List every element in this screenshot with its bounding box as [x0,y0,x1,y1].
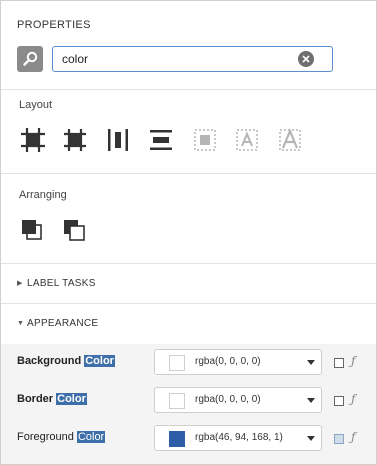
appearance-title: APPEARANCE [27,318,99,329]
property-label: Background Color [17,355,115,367]
layout-section-label: Layout [19,99,53,111]
color-value: rgba(0, 0, 0, 0) [195,394,261,405]
bring-to-front-icon[interactable] [19,217,47,245]
search-match-highlight: Color [56,393,87,405]
color-value: rgba(46, 94, 168, 1) [195,432,283,443]
property-checkbox[interactable] [334,434,344,444]
expression-icon[interactable]: ƒ [351,354,355,368]
search-button[interactable] [17,46,43,72]
chevron-right-icon: ▶ [17,280,23,287]
border-color-select[interactable]: rgba(0, 0, 0, 0) [154,387,322,413]
search-match-highlight: Color [84,355,115,367]
background-color-select[interactable]: rgba(0, 0, 0, 0) [154,349,322,375]
align-to-grid-icon[interactable] [19,126,47,154]
search-row [17,46,333,73]
search-match-highlight: Color [76,431,106,443]
send-to-back-icon[interactable] [61,217,89,245]
label-tasks-title: LABEL TASKS [27,278,96,289]
divider [1,303,376,304]
property-row-background-color: Background Color rgba(0, 0, 0, 0) ƒ [1,344,376,382]
search-icon [23,51,38,66]
panel-title: PROPERTIES [17,19,91,31]
color-swatch [169,431,185,447]
appearance-header[interactable]: ▼ APPEARANCE [17,318,98,329]
property-checkbox[interactable] [334,396,344,406]
grow-text-icon[interactable] [276,126,304,154]
fit-bounds-icon[interactable] [191,126,219,154]
clear-search-icon[interactable] [298,51,314,67]
color-value: rgba(0, 0, 0, 0) [195,356,261,367]
property-label: Border Color [17,393,87,405]
center-vertically-icon[interactable] [147,126,175,154]
chevron-down-icon [307,436,315,441]
search-input[interactable] [52,46,333,72]
chevron-down-icon: ▼ [17,320,25,327]
chevron-down-icon [307,360,315,365]
expression-icon[interactable]: ƒ [351,392,355,406]
arranging-section-label: Arranging [19,189,67,201]
appearance-properties: Background Color rgba(0, 0, 0, 0) ƒ Bord… [1,344,376,464]
chevron-down-icon [307,398,315,403]
divider [1,263,376,264]
foreground-color-select[interactable]: rgba(46, 94, 168, 1) [154,425,322,451]
fit-text-icon[interactable] [233,126,261,154]
expression-icon[interactable]: ƒ [351,430,355,444]
color-swatch [169,393,185,409]
properties-panel: PROPERTIES Layout [0,0,377,465]
size-to-grid-icon[interactable] [61,126,89,154]
property-label: Foreground Color [17,431,106,443]
property-checkbox[interactable] [334,358,344,368]
center-horizontally-icon[interactable] [104,126,132,154]
color-swatch [169,355,185,371]
property-row-foreground-color: Foreground Color rgba(46, 94, 168, 1) ƒ [1,420,376,458]
property-row-border-color: Border Color rgba(0, 0, 0, 0) ƒ [1,382,376,420]
label-tasks-header[interactable]: ▶ LABEL TASKS [17,278,96,289]
divider [1,173,376,174]
divider [1,89,376,90]
